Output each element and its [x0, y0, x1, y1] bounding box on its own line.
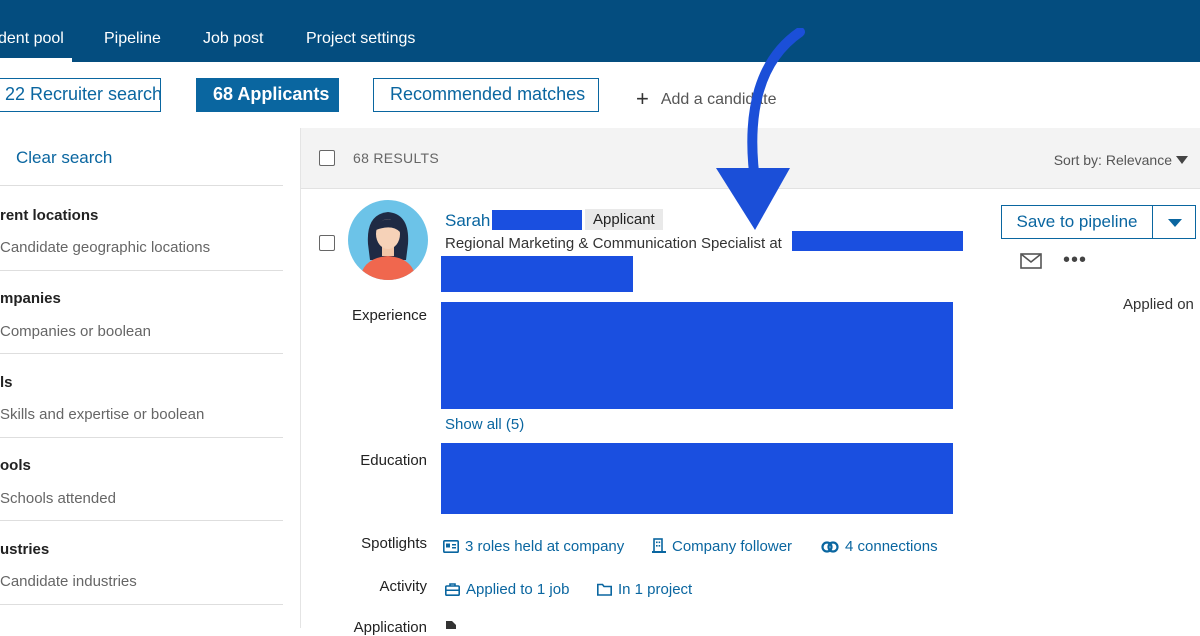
activity-label: Activity — [379, 578, 427, 595]
applicants-button[interactable]: 68 Applicants — [196, 78, 339, 112]
sidebar-divider — [0, 185, 283, 186]
experience-label: Experience — [351, 307, 427, 324]
sidebar-divider — [0, 270, 283, 271]
filter-title-industries[interactable]: ustries — [0, 541, 49, 558]
clear-search-link[interactable]: Clear search — [16, 148, 112, 168]
more-options-icon[interactable]: ••• — [1063, 249, 1087, 272]
filter-title-skills[interactable]: ls — [0, 374, 13, 391]
activity-applied-link[interactable]: Applied to 1 job — [445, 581, 569, 598]
save-to-pipeline-button[interactable]: Save to pipeline — [1001, 205, 1153, 239]
candidate-card: Sarah Applicant Regional Marketing & Com… — [301, 189, 1200, 636]
activity-applied-label: Applied to 1 job — [466, 581, 570, 598]
filter-input-companies[interactable]: Companies or boolean — [0, 323, 151, 340]
connections-icon — [821, 541, 839, 553]
candidate-select-checkbox[interactable] — [319, 235, 335, 251]
briefcase-icon — [445, 583, 460, 596]
education-label: Education — [360, 452, 427, 469]
building-icon — [652, 538, 666, 553]
select-all-checkbox[interactable] — [319, 150, 335, 166]
filter-input-industries[interactable]: Candidate industries — [0, 573, 137, 590]
caret-down-icon — [1176, 156, 1188, 164]
filter-input-schools[interactable]: Schools attended — [0, 490, 116, 507]
recruiter-search-button[interactable]: 22 Recruiter search — [0, 78, 162, 112]
spotlight-connections-label: 4 connections — [845, 538, 938, 555]
activity-project-link[interactable]: In 1 project — [597, 581, 692, 598]
applicant-badge: Applicant — [585, 209, 663, 230]
tab-talent-pool[interactable]: dent pool — [0, 30, 64, 48]
tab-project-settings[interactable]: Project settings — [306, 30, 415, 48]
plus-icon: + — [636, 86, 649, 111]
candidate-name-link[interactable]: Sarah — [445, 211, 490, 231]
redacted-last-name — [492, 210, 582, 230]
filter-title-schools[interactable]: ools — [0, 457, 31, 474]
avatar-illustration-icon — [348, 200, 428, 280]
results-count: 68 RESULTS — [353, 150, 439, 166]
id-card-icon — [443, 540, 459, 553]
sidebar-divider — [0, 604, 283, 605]
sidebar-divider — [0, 353, 283, 354]
sidebar-divider — [0, 437, 283, 438]
redacted-location — [441, 256, 633, 292]
spotlights-label: Spotlights — [361, 535, 427, 552]
save-options-dropdown[interactable] — [1152, 205, 1196, 239]
spotlight-connections-link[interactable]: 4 connections — [821, 538, 938, 555]
spotlight-follower-label: Company follower — [672, 538, 793, 555]
redacted-company — [792, 231, 963, 251]
spotlight-follower-link[interactable]: Company follower — [652, 538, 792, 555]
show-all-experience-link[interactable]: Show all (5) — [445, 416, 524, 433]
mail-icon[interactable] — [1020, 253, 1042, 269]
redacted-education — [441, 443, 953, 514]
caret-down-icon — [1168, 219, 1182, 227]
tab-pipeline[interactable]: Pipeline — [104, 30, 161, 48]
spotlight-roles-label: 3 roles held at company — [465, 538, 625, 555]
filter-title-locations[interactable]: rent locations — [0, 207, 98, 224]
filter-title-companies[interactable]: mpanies — [0, 290, 61, 307]
sub-toolbar: 22 Recruiter search 68 Applicants Recomm… — [0, 62, 1200, 129]
spotlight-roles-link[interactable]: 3 roles held at company — [443, 538, 624, 555]
filter-input-locations[interactable]: Candidate geographic locations — [0, 239, 210, 256]
redacted-experience — [441, 302, 953, 409]
annotation-arrow-icon — [716, 28, 805, 230]
folder-icon — [597, 583, 612, 596]
activity-project-label: In 1 project — [618, 581, 693, 598]
sidebar-divider — [0, 520, 283, 521]
candidate-avatar[interactable] — [348, 200, 428, 280]
sort-label: Sort by: Relevance — [1053, 152, 1172, 168]
filter-sidebar: Clear search rent locations Candidate ge… — [0, 128, 301, 628]
recommended-matches-button[interactable]: Recommended matches — [373, 78, 599, 112]
sort-dropdown[interactable]: Sort by: Relevance — [1054, 152, 1188, 168]
tab-job-post[interactable]: Job post — [203, 30, 263, 48]
filter-input-skills[interactable]: Skills and expertise or boolean — [0, 406, 204, 423]
applied-on-text: Applied on — [1123, 296, 1194, 313]
top-nav-bar: dent pool Pipeline Job post Project sett… — [0, 0, 1200, 62]
